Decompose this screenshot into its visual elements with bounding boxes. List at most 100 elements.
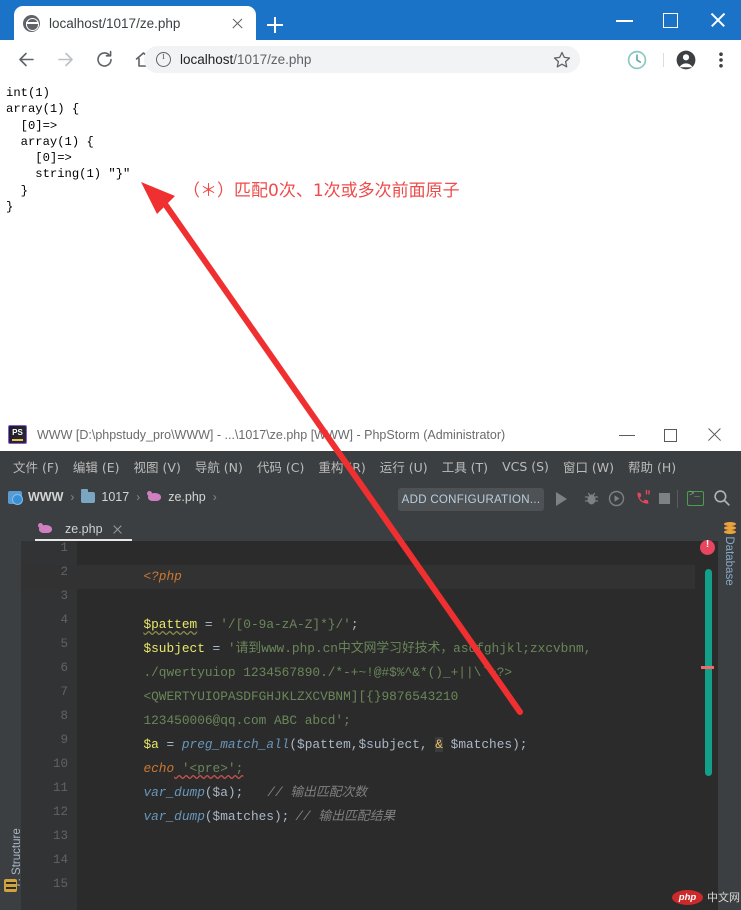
star-icon[interactable]: [552, 50, 572, 70]
breadcrumb-www[interactable]: WWW: [8, 490, 64, 505]
url-text: localhost/1017/ze.php: [180, 52, 312, 67]
profile-phone-icon[interactable]: [634, 489, 652, 512]
close-window-button[interactable]: [694, 0, 740, 40]
menu-help[interactable]: 帮助 (H): [621, 454, 683, 479]
code-token-php-open: <?php: [143, 569, 182, 584]
menu-edit[interactable]: 编辑 (E): [66, 454, 127, 479]
back-arrow-icon[interactable]: [10, 43, 43, 76]
line-number: 3: [60, 589, 68, 603]
menu-tools[interactable]: 工具 (T): [435, 454, 495, 479]
toolbar-divider: [677, 490, 678, 508]
minimize-button[interactable]: [602, 0, 648, 40]
php-elephant-icon: [38, 523, 53, 535]
error-badge[interactable]: [700, 539, 715, 555]
line-number: 10: [52, 757, 68, 771]
php-logo-text: php: [678, 891, 697, 903]
menu-refactor[interactable]: 重构 (R): [311, 454, 372, 479]
code-line-7: 123450006@qq.com ABC abcd';: [82, 685, 350, 728]
info-icon[interactable]: [156, 51, 171, 67]
code-token-reference: &: [435, 737, 443, 752]
code-line-4: $subject = '请到www.php.cn中文网学习好技术，asdfghj…: [82, 613, 591, 656]
menu-file[interactable]: 文件 (F): [6, 454, 66, 479]
right-tool-rail: Database: [718, 513, 741, 910]
line-number: 7: [60, 685, 68, 699]
phpstorm-navigation-bar: WWW › 1017 › ze.php ›: [0, 481, 741, 513]
line-number: 11: [52, 781, 68, 795]
php-cn-watermark: php 中文网: [672, 889, 740, 905]
code-line-9: echo '<pre>';: [82, 733, 243, 776]
close-icon[interactable]: [112, 524, 123, 535]
line-number: 13: [52, 829, 68, 843]
menu-window[interactable]: 窗口 (W): [556, 454, 621, 479]
toolbar-divider: [663, 53, 664, 67]
globe-icon: [23, 14, 40, 32]
line-number: 1: [60, 541, 68, 555]
menu-view[interactable]: 视图 (V): [127, 454, 188, 479]
phpstorm-titlebar: WWW [D:\phpstudy_pro\WWW] - ...\1017\ze.…: [0, 418, 741, 451]
code-editor[interactable]: <?php $pattem = '/[0-9a-zA-Z]*}/'; $subj…: [77, 541, 695, 910]
code-line-5: ./qwertyuiop 1234567890./*-+~!@#$%^&*()_…: [82, 637, 512, 680]
line-number: 6: [60, 661, 68, 675]
browser-tab-title: localhost/1017/ze.php: [49, 15, 181, 31]
annotation-text: （＊）匹配0次、1次或多次前面原子: [183, 181, 460, 201]
breadcrumb-ze-php[interactable]: ze.php: [147, 490, 206, 504]
phpstorm-maximize-button[interactable]: [649, 418, 693, 451]
code-token-function: var_dump: [143, 809, 205, 824]
phpstorm-close-button[interactable]: [693, 418, 737, 451]
new-tab-button[interactable]: [262, 12, 288, 38]
line-number: 5: [60, 637, 68, 651]
code-token-args: ($pattem,$subject,: [289, 737, 436, 752]
breadcrumb-1017[interactable]: 1017: [81, 488, 130, 504]
code-line-1: <?php: [82, 541, 181, 584]
search-icon[interactable]: [713, 489, 731, 507]
breadcrumb-separator: ›: [136, 490, 141, 504]
breadcrumb-label: 1017: [101, 490, 130, 504]
avatar-icon[interactable]: [675, 49, 697, 71]
editor-tab-bar: ze.php: [21, 513, 718, 542]
php-logo-icon: php: [672, 889, 703, 905]
structure-icon[interactable]: [4, 879, 17, 892]
folder-icon: [81, 488, 96, 503]
left-tool-rail: 7: Structure: [0, 513, 23, 910]
forward-arrow-icon[interactable]: [49, 43, 82, 76]
chrome-tab-strip: localhost/1017/ze.php: [0, 0, 741, 40]
close-icon[interactable]: [228, 14, 247, 33]
code-line-10: var_dump($a);// 输出匹配次数: [82, 757, 367, 800]
editor-gutter[interactable]: 1 2 3 4 5 6 7 8 9 10 11 12 13 14 15: [21, 541, 77, 910]
add-configuration-button[interactable]: ADD CONFIGURATION...: [398, 488, 544, 511]
menu-vcs[interactable]: VCS (S): [495, 456, 556, 477]
phpstorm-minimize-button[interactable]: [605, 418, 649, 451]
menu-run[interactable]: 运行 (U): [373, 454, 435, 479]
terminal-icon[interactable]: [687, 489, 704, 506]
menu-navigate[interactable]: 导航 (N): [188, 454, 250, 479]
debug-bug-icon[interactable]: [583, 490, 600, 512]
maximize-button[interactable]: [648, 0, 694, 40]
phpstorm-logo-icon: [8, 425, 27, 444]
clock-icon[interactable]: [626, 49, 648, 71]
editor-tab-label: ze.php: [65, 522, 103, 536]
watermark-text: 中文网: [707, 891, 740, 904]
menu-code[interactable]: 代码 (C): [250, 454, 311, 479]
phpstorm-window-title: WWW [D:\phpstudy_pro\WWW] - ...\1017\ze.…: [37, 427, 506, 442]
page-content: int(1) array(1) { [0]=> array(1) { [0]=>…: [0, 78, 741, 408]
editor-tab-ze-php[interactable]: ze.php: [30, 517, 131, 541]
line-number: 4: [60, 613, 68, 627]
editor-scrollbar-thumb[interactable]: [705, 569, 712, 776]
three-dot-menu-icon[interactable]: [710, 49, 732, 71]
run-triangle-icon[interactable]: [556, 492, 567, 506]
chrome-browser-window: localhost/1017/ze.php local: [0, 0, 741, 418]
breadcrumb-label: ze.php: [168, 490, 206, 504]
code-token-args: $matches);: [442, 737, 528, 752]
code-token-comment: // 输出匹配结果: [295, 809, 396, 824]
coverage-icon[interactable]: [608, 490, 625, 512]
code-line-8: $a = preg_match_all($pattem,$subject, & …: [82, 709, 527, 752]
code-line-6: <QWERTYUIOPASDFGHJKLZXCVBNM][{}987654321…: [82, 661, 458, 704]
sidebar-item-database[interactable]: Database: [723, 529, 735, 593]
breadcrumb-label: WWW: [28, 490, 64, 504]
breadcrumb-separator: ›: [70, 490, 75, 504]
address-bar[interactable]: localhost/1017/ze.php: [144, 46, 580, 73]
error-marker[interactable]: [701, 666, 714, 669]
stop-square-icon[interactable]: [659, 493, 670, 504]
reload-icon[interactable]: [88, 43, 121, 76]
browser-tab[interactable]: localhost/1017/ze.php: [14, 6, 256, 40]
